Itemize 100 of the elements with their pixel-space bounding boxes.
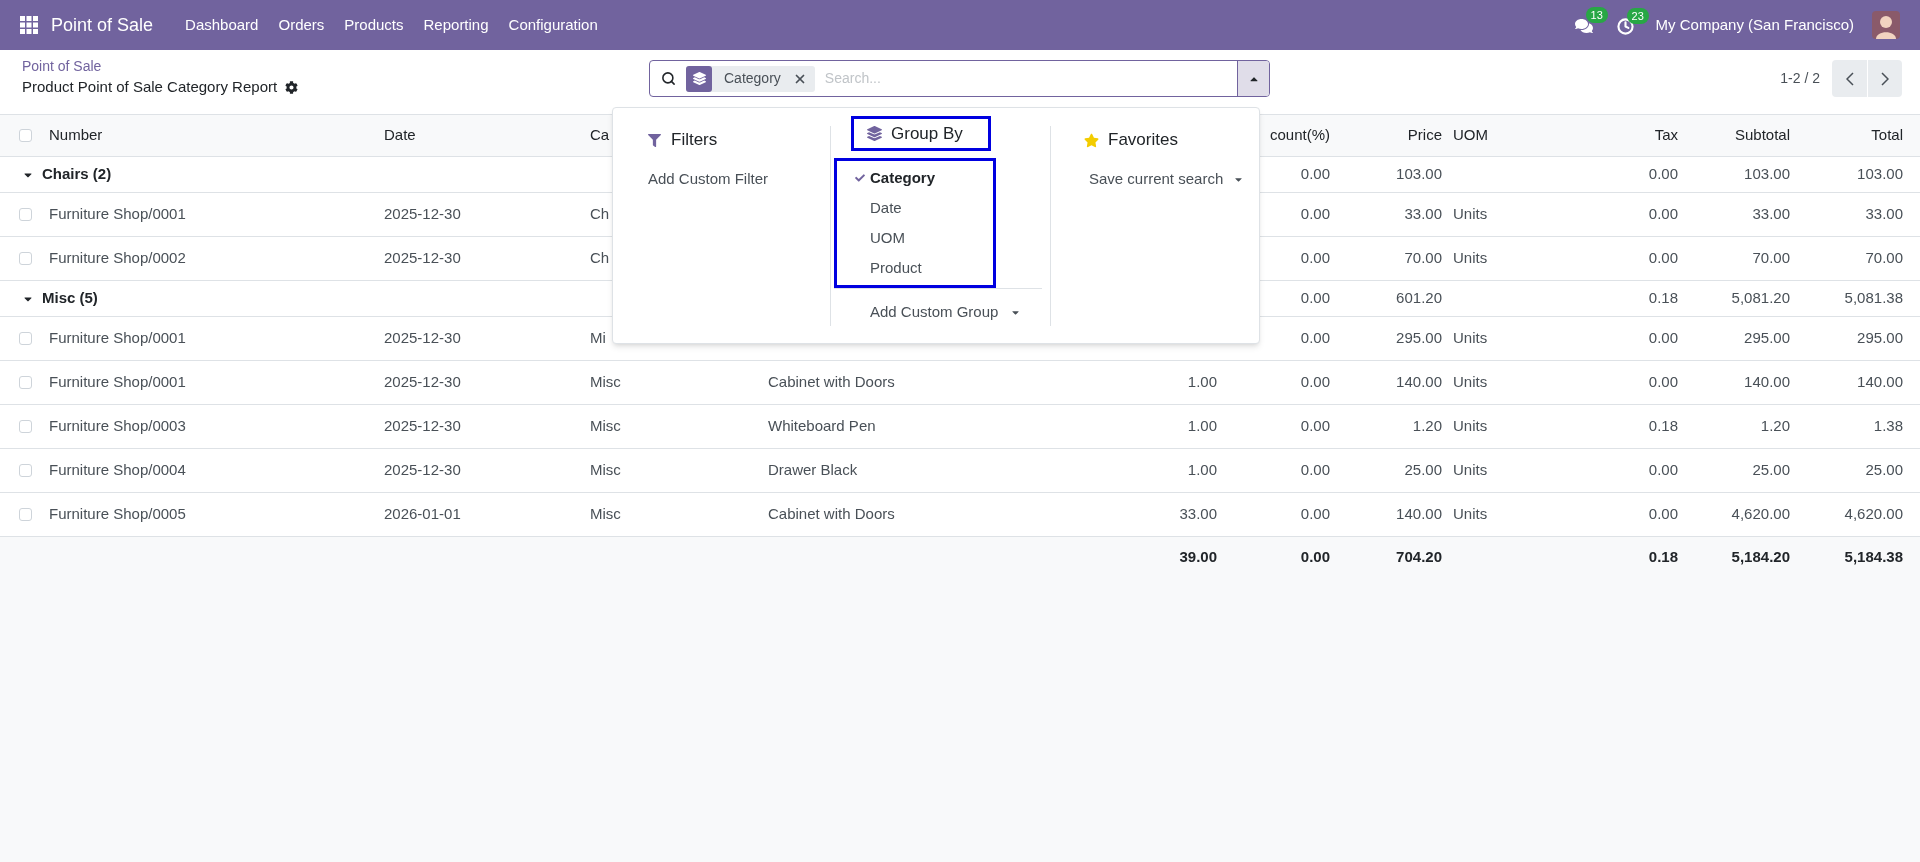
check-icon	[855, 173, 865, 183]
app-name[interactable]: Point of Sale	[51, 11, 154, 39]
add-custom-filter[interactable]: Add Custom Filter	[648, 168, 769, 191]
table-cell: 0.00	[1300, 417, 1330, 435]
table-cell: 0.00	[1648, 165, 1678, 183]
group-by-option[interactable]: UOM	[837, 223, 993, 253]
table-cell: Whiteboard Pen	[768, 417, 876, 435]
menu-item[interactable]: Configuration	[498, 0, 608, 50]
table-cell: Furniture Shop/0001	[49, 329, 186, 347]
group-label: Chairs (2)	[42, 164, 112, 185]
page-title: Product Point of Sale Category Report	[22, 77, 278, 97]
table-cell: Ch	[590, 205, 610, 223]
layers-icon	[692, 72, 706, 85]
row-checkbox[interactable]	[19, 420, 32, 433]
table-cell: 140.00	[1744, 373, 1790, 391]
table-cell: Misc	[590, 461, 621, 479]
table-cell: 1.38	[1873, 417, 1903, 435]
settings-icon[interactable]	[285, 80, 299, 94]
table-cell: 70.00	[1752, 249, 1790, 267]
column-header: Number	[49, 126, 103, 144]
row-checkbox[interactable]	[19, 464, 32, 477]
menu-item[interactable]: Dashboard	[175, 0, 269, 50]
table-cell: 2025-12-30	[384, 373, 461, 391]
table-cell: 295.00	[1857, 329, 1903, 347]
save-current-search[interactable]: Save current search	[1089, 168, 1224, 191]
table-cell: 0.00	[1300, 461, 1330, 479]
table-cell: Furniture Shop/0003	[49, 417, 186, 435]
table-cell: 1.20	[1412, 417, 1442, 435]
table-cell: Ch	[590, 249, 610, 267]
table-cell: 0.00	[1648, 249, 1678, 267]
column-header: Subtotal	[1734, 126, 1790, 144]
menu-item[interactable]: Products	[334, 0, 414, 50]
column-header: count(%)	[1269, 126, 1330, 144]
search-bar[interactable]: Category Search...	[649, 60, 1270, 97]
activity-clock-icon[interactable]	[1616, 17, 1634, 35]
table-cell: Units	[1453, 417, 1488, 435]
group-by-option[interactable]: Product	[837, 253, 993, 283]
table-cell: 2025-12-30	[384, 417, 461, 435]
table-cell: 295.00	[1744, 329, 1790, 347]
table-cell: 25.00	[1865, 461, 1903, 479]
table-cell: Mi	[590, 329, 606, 347]
table-cell: Misc	[590, 417, 621, 435]
table-cell: 103.00	[1857, 165, 1903, 183]
chevron-right-icon	[1881, 71, 1889, 86]
table-cell: 1.20	[1760, 417, 1790, 435]
apps-grid-icon[interactable]	[20, 16, 38, 34]
activities-badge: 23	[1626, 7, 1649, 24]
table-cell: 0.00	[1300, 165, 1330, 183]
layers-icon	[867, 126, 882, 141]
table-cell: Furniture Shop/0002	[49, 249, 186, 267]
table-cell: 2025-12-30	[384, 249, 461, 267]
table-cell: 33.00	[1752, 205, 1790, 223]
next-button[interactable]	[1867, 60, 1902, 97]
table-cell: 5,081.20	[1731, 289, 1790, 307]
table-cell: 2025-12-30	[384, 205, 461, 223]
table-cell: 0.00	[1300, 289, 1330, 307]
row-checkbox[interactable]	[19, 332, 32, 345]
table-cell: 0.18	[1648, 547, 1678, 565]
table-cell: 140.00	[1396, 505, 1442, 523]
table-cell: Furniture Shop/0004	[49, 461, 186, 479]
column-header: Tax	[1654, 126, 1678, 144]
table-cell: 33.00	[1404, 205, 1442, 223]
table-cell: Units	[1453, 505, 1488, 523]
group-by-option[interactable]: Date	[837, 193, 993, 223]
breadcrumb-link[interactable]: Point of Sale	[22, 56, 649, 76]
table-cell: Misc	[590, 373, 621, 391]
search-toggle-button[interactable]	[1237, 61, 1269, 96]
search-facet[interactable]: Category	[686, 65, 815, 92]
search-input[interactable]: Search...	[824, 68, 1237, 89]
table-cell: 0.00	[1300, 249, 1330, 267]
table-cell: 1.00	[1187, 373, 1217, 391]
add-custom-group[interactable]: Add Custom Group	[870, 301, 999, 324]
group-by-option[interactable]: Category	[837, 163, 993, 193]
column-header: Price	[1407, 126, 1442, 144]
messages-badge: 13	[1585, 7, 1608, 23]
previous-button[interactable]	[1832, 60, 1867, 97]
row-checkbox[interactable]	[19, 208, 32, 221]
row-checkbox[interactable]	[19, 129, 32, 142]
menu-item[interactable]: Reporting	[413, 0, 499, 50]
menu-item[interactable]: Orders	[268, 0, 335, 50]
column-header: Total	[1871, 126, 1903, 144]
table-cell: 0.00	[1648, 505, 1678, 523]
star-icon	[1084, 132, 1099, 148]
row-checkbox[interactable]	[19, 252, 32, 265]
table-cell: Furniture Shop/0001	[49, 205, 186, 223]
table-cell: 33.00	[1865, 205, 1903, 223]
search-icon	[661, 71, 676, 86]
table-cell: 5,081.38	[1844, 289, 1903, 307]
messages-icon[interactable]	[1574, 17, 1593, 35]
row-checkbox[interactable]	[19, 508, 32, 521]
table-cell: Units	[1453, 461, 1488, 479]
avatar-icon[interactable]	[1872, 11, 1900, 39]
table-cell: 0.00	[1648, 205, 1678, 223]
table-cell: Misc	[590, 505, 621, 523]
table-cell: 103.00	[1396, 165, 1442, 183]
table-cell: 0.00	[1300, 205, 1330, 223]
table-cell: Furniture Shop/0001	[49, 373, 186, 391]
row-checkbox[interactable]	[19, 376, 32, 389]
company-name[interactable]: My Company (San Francisco)	[1655, 13, 1854, 37]
table-cell: Units	[1453, 373, 1488, 391]
